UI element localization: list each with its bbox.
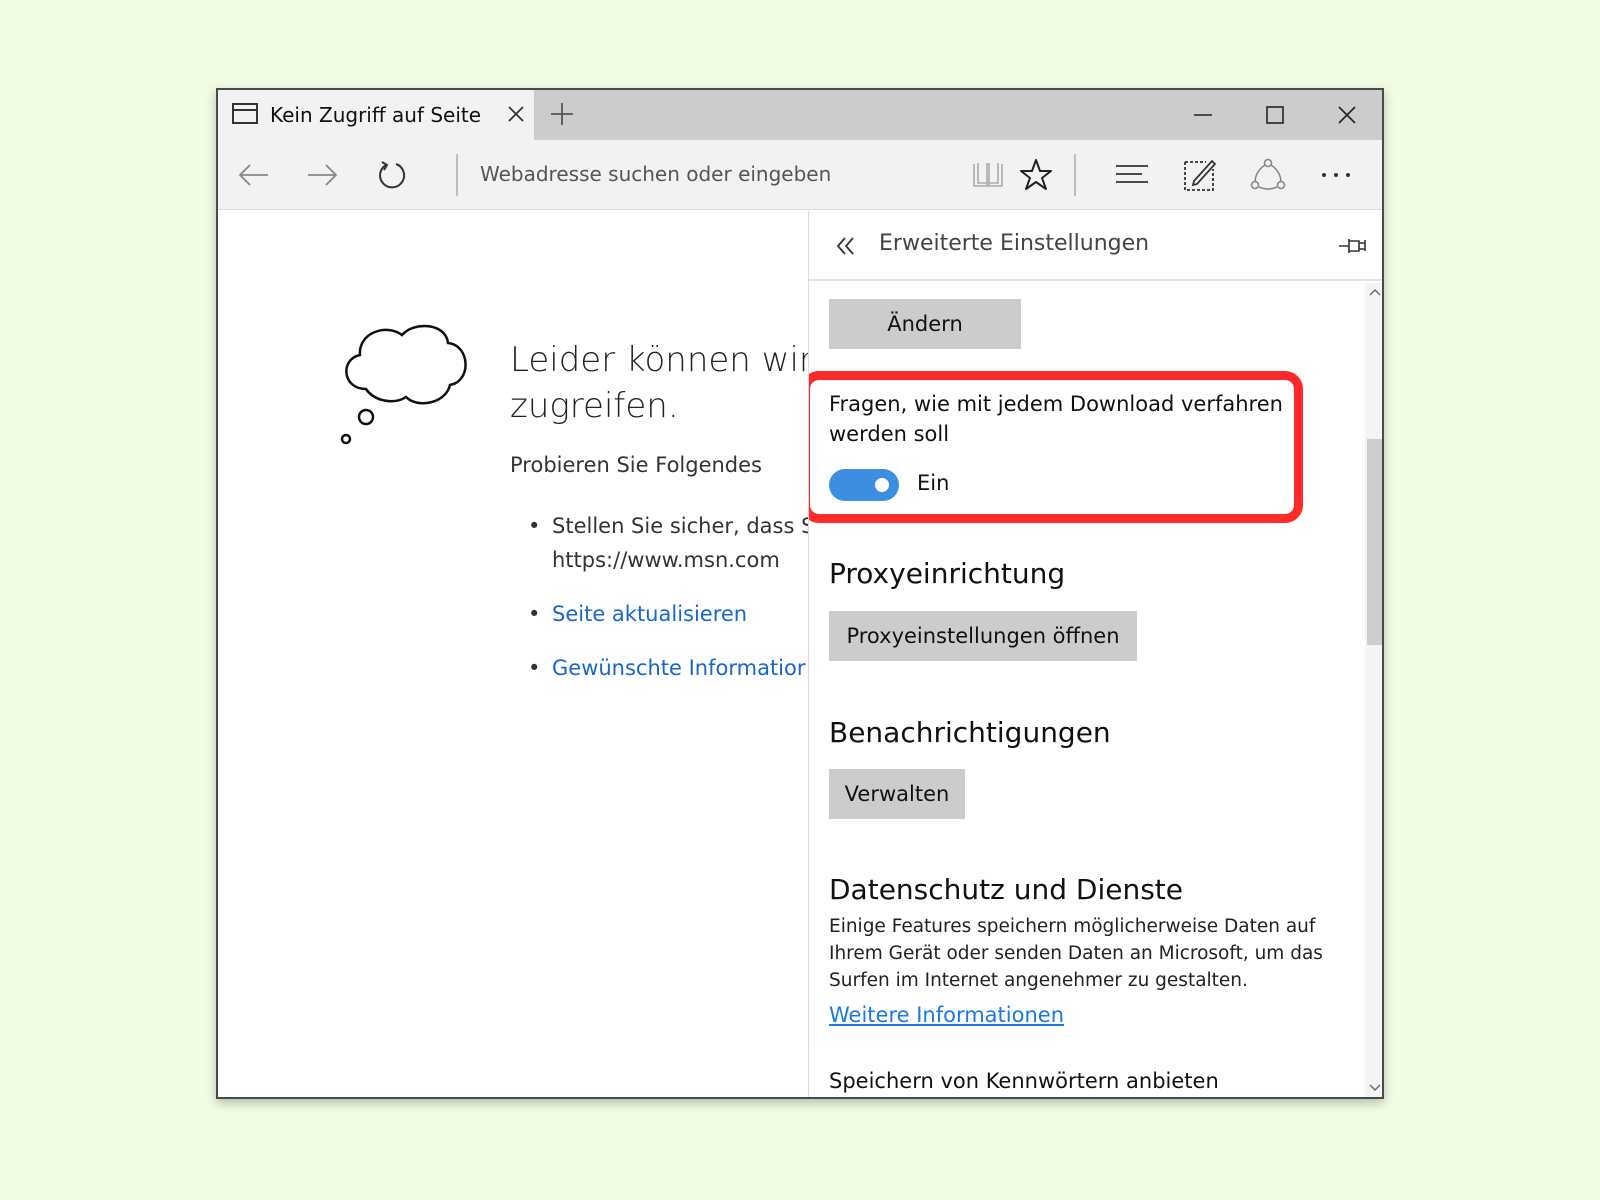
title-bar: Kein Zugriff auf Seite: [218, 90, 1382, 140]
error-title: Leider können wir zugreifen.: [510, 340, 808, 426]
double-chevron-left-icon[interactable]: [833, 233, 859, 259]
tab-title: Kein Zugriff auf Seite: [270, 103, 482, 127]
maximize-icon[interactable]: [1260, 100, 1290, 130]
ask-download-toggle[interactable]: [829, 469, 899, 501]
pin-icon[interactable]: [1337, 233, 1367, 259]
reading-view-icon[interactable]: [970, 157, 1006, 193]
refresh-icon[interactable]: [374, 157, 410, 193]
proxy-heading: Proxyeinrichtung: [829, 557, 1066, 590]
close-window-icon[interactable]: [1332, 100, 1362, 130]
ask-download-label: Fragen, wie mit jedem Download verfahren…: [829, 392, 1283, 446]
minimize-icon[interactable]: [1188, 100, 1218, 130]
notifications-heading: Benachrichtigungen: [829, 716, 1111, 749]
favorite-star-icon[interactable]: [1018, 157, 1054, 193]
page-icon: [232, 103, 258, 124]
settings-panel: Erweiterte Einstellungen Ändern Fragen, …: [808, 211, 1382, 1097]
scroll-down-icon[interactable]: [1369, 1083, 1381, 1093]
suggestion-list: Stellen Sie sicher, dass S https://www.m…: [528, 509, 808, 705]
error-page: Leider können wir zugreifen. Probieren S…: [218, 211, 808, 1097]
share-icon[interactable]: [1250, 157, 1286, 193]
privacy-more-info-link[interactable]: Weitere Informationen: [829, 1003, 1064, 1027]
list-item: Stellen Sie sicher, dass S https://www.m…: [528, 509, 808, 577]
more-options-icon[interactable]: [1318, 157, 1354, 193]
navigation-bar: Webadresse suchen oder eingeben: [218, 140, 1382, 210]
address-separator: [456, 154, 458, 196]
thought-cloud-icon: [340, 324, 467, 445]
panel-scrollbar[interactable]: [1365, 283, 1382, 1097]
address-input[interactable]: Webadresse suchen oder eingeben: [480, 162, 831, 186]
toggle-state-label: Ein: [917, 471, 950, 495]
manage-notifications-button[interactable]: Verwalten: [829, 769, 965, 819]
tab-active[interactable]: Kein Zugriff auf Seite: [218, 90, 534, 140]
new-tab-icon[interactable]: [548, 100, 576, 128]
back-arrow-icon[interactable]: [236, 157, 272, 193]
privacy-heading: Datenschutz und Dienste: [829, 873, 1183, 906]
close-tab-icon[interactable]: [504, 102, 528, 126]
more-info-link[interactable]: Gewünschte Informatior: [528, 651, 808, 685]
error-subtitle: Probieren Sie Folgendes: [510, 453, 762, 477]
refresh-page-link[interactable]: Seite aktualisieren: [528, 597, 808, 631]
privacy-description: Einige Features speichern möglicherweise…: [829, 916, 1323, 991]
browser-window: Kein Zugriff auf Seite Webadresse suchen…: [216, 88, 1384, 1099]
save-passwords-label: Speichern von Kennwörtern anbieten: [829, 1069, 1219, 1093]
web-note-icon[interactable]: [1182, 157, 1218, 193]
toolbar-separator: [1074, 154, 1076, 196]
panel-header: Erweiterte Einstellungen: [809, 211, 1382, 281]
hub-icon[interactable]: [1114, 157, 1150, 193]
toggle-knob: [875, 478, 889, 492]
scroll-up-icon[interactable]: [1369, 287, 1381, 297]
panel-title: Erweiterte Einstellungen: [879, 231, 1150, 256]
change-download-folder-button[interactable]: Ändern: [829, 299, 1021, 349]
open-proxy-settings-button[interactable]: Proxyeinstellungen öffnen: [829, 611, 1137, 661]
forward-arrow-icon[interactable]: [304, 157, 340, 193]
scroll-thumb[interactable]: [1367, 439, 1382, 645]
